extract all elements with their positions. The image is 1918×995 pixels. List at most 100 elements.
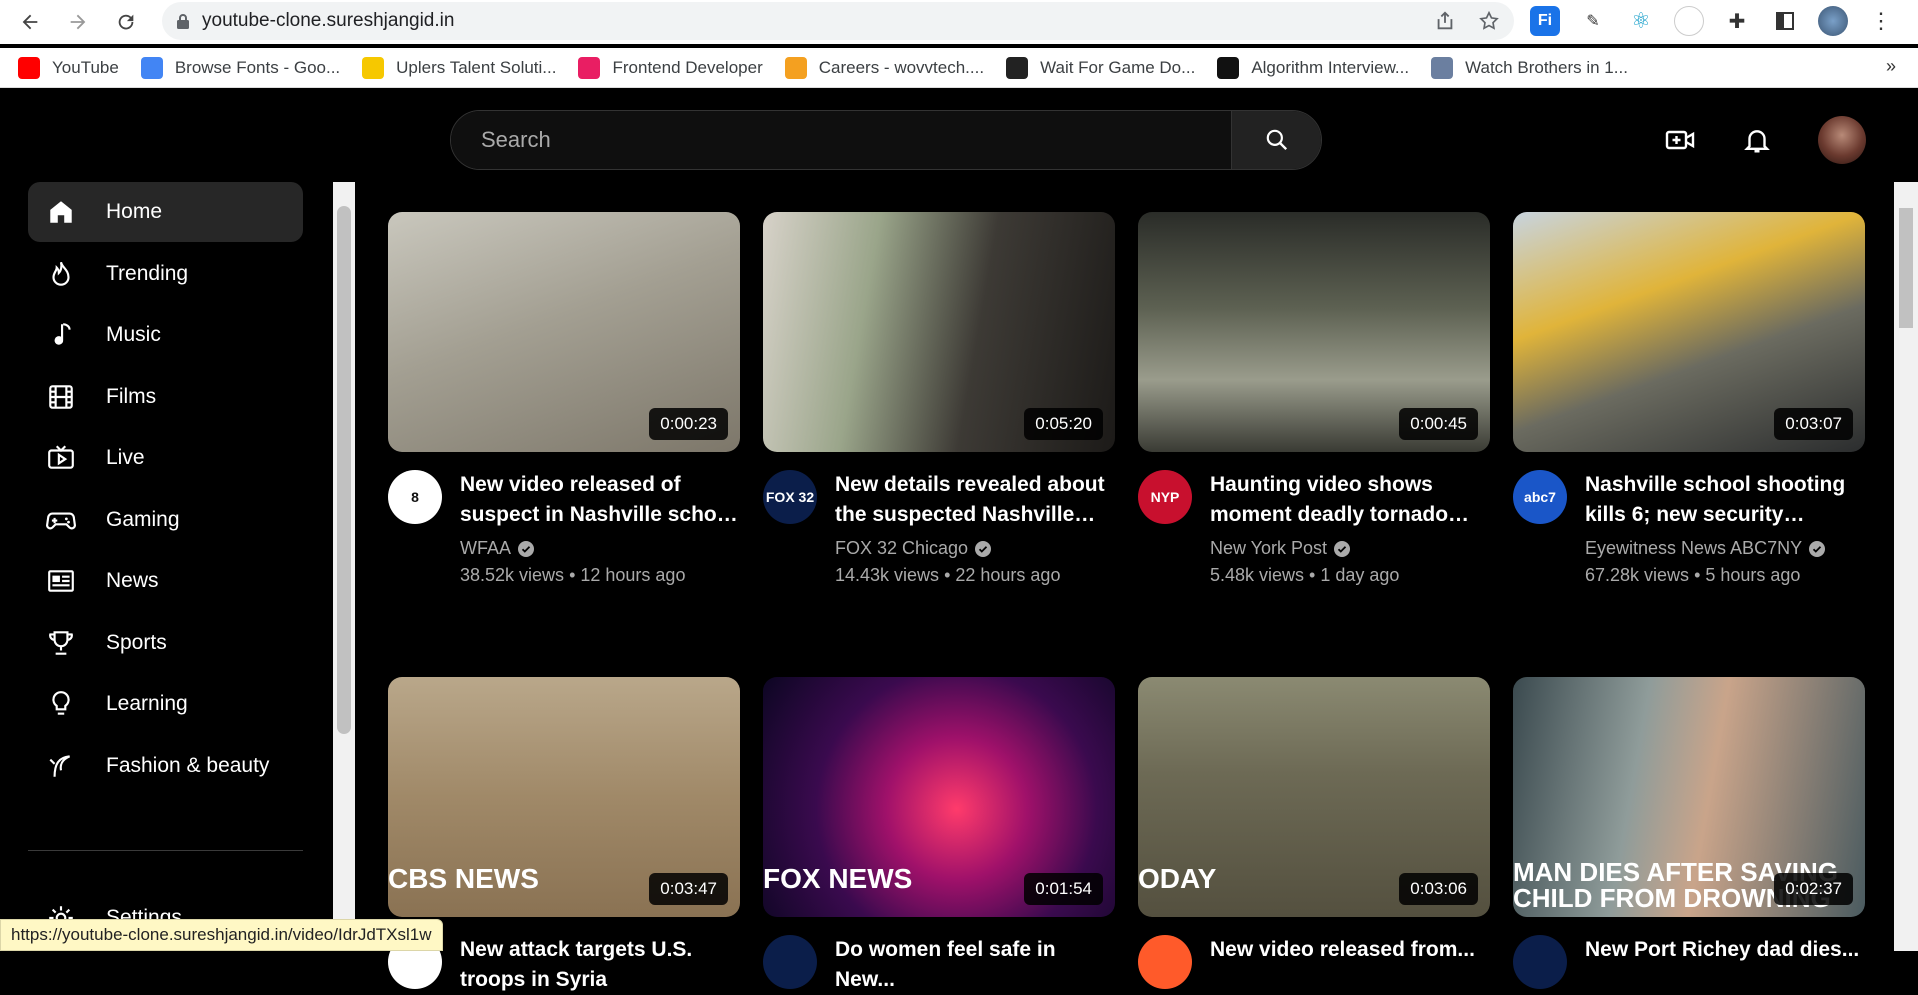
channel-avatar[interactable]: FOX 32 [763,470,817,524]
page-scrollbar-thumb[interactable] [1899,208,1913,328]
video-title[interactable]: New details revealed about the suspected… [835,470,1115,530]
side-panel-icon[interactable] [1770,6,1800,36]
channel-name[interactable]: FOX 32 Chicago [835,538,968,559]
sidebar-scrollbar[interactable] [333,182,355,951]
sidebar-scrollbar-thumb[interactable] [337,206,351,734]
sidebar-item-fashion-beauty[interactable]: Fashion & beauty [28,736,303,796]
video-thumbnail[interactable]: MAN DIES AFTER SAVING CHILD FROM DROWNIN… [1513,677,1865,917]
sidebar-item-sports[interactable]: Sports [28,613,303,673]
video-card[interactable]: MAN DIES AFTER SAVING CHILD FROM DROWNIN… [1513,677,1865,995]
video-thumbnail[interactable]: CBS NEWS 0:03:47 [388,677,740,917]
verified-check-icon [1809,540,1826,557]
video-stats: 38.52k views • 12 hours ago [460,565,740,586]
video-thumbnail[interactable]: 0:00:23 [388,212,740,452]
channel-name[interactable]: WFAA [460,538,511,559]
sidebar-divider [28,850,303,851]
bookmark-label: Algorithm Interview... [1251,57,1410,77]
sidebar-item-news[interactable]: News [28,551,303,611]
profile-avatar-icon[interactable] [1818,6,1848,36]
bookmark-star-icon[interactable] [1478,10,1500,32]
video-card[interactable]: 0:00:23 8 New video released of suspect in… [388,212,740,586]
bookmark-item[interactable]: YouTube [18,56,119,79]
bookmark-item[interactable]: Browse Fonts - Goo... [140,56,340,79]
video-stats: 67.28k views • 5 hours ago [1585,565,1865,586]
search-input[interactable] [451,111,1231,169]
video-card[interactable]: 0:03:07 abc7 Nashville school shooting kil… [1513,212,1865,586]
extension-fi-icon[interactable]: Fi [1530,6,1560,36]
video-card[interactable]: FOX NEWS 0:01:54 Do women feel safe in New… [763,677,1115,995]
video-title[interactable]: New video released of suspect in Nashvil… [460,470,740,530]
upload-age: 5 hours ago [1705,565,1801,585]
channel-avatar[interactable]: NYP [1138,470,1192,524]
video-thumbnail[interactable]: 0:05:20 [763,212,1115,452]
video-card[interactable]: 0:05:20 FOX 32 New details revealed about … [763,212,1115,586]
bookmark-item[interactable]: Wait For Game Do... [1006,56,1195,79]
channel-name[interactable]: Eyewitness News ABC7NY [1585,538,1802,559]
bookmark-item[interactable]: Uplers Talent Soluti... [362,56,556,79]
bookmark-item[interactable]: Careers - wovvtech.... [784,56,984,79]
bookmarks-overflow-icon[interactable]: » [1886,56,1896,77]
sidebar-item-label: Films [106,385,157,408]
channel-avatar[interactable] [1513,935,1567,989]
sidebar: Home Trending Music Films Live Gaming News Spor… [0,182,332,951]
sidebar-item-gaming[interactable]: Gaming [28,490,303,550]
channel-name[interactable]: New York Post [1210,538,1327,559]
notifications-bell-icon[interactable] [1742,125,1772,155]
page-scrollbar[interactable] [1894,182,1918,951]
video-thumbnail[interactable]: 0:00:45 [1138,212,1490,452]
circle-extension-icon[interactable] [1674,6,1704,36]
separator-dot: • [564,565,581,585]
channel-avatar[interactable]: 8 [388,470,442,524]
video-meta: abc7 Nashville school shooting kills 6; n… [1513,470,1865,586]
channel-avatar[interactable] [763,935,817,989]
channel-avatar[interactable]: abc7 [1513,470,1567,524]
sidebar-item-music[interactable]: Music [28,305,303,365]
video-title[interactable]: Haunting video shows moment deadly torna… [1210,470,1490,530]
video-thumbnail[interactable]: 0:03:07 [1513,212,1865,452]
sidebar-item-learning[interactable]: Learning [28,674,303,734]
bookmark-item[interactable]: Watch Brothers in 1... [1431,56,1628,79]
video-thumbnail[interactable]: ODAY 0:03:06 [1138,677,1490,917]
video-duration: 0:03:07 [1774,408,1853,440]
user-avatar[interactable] [1818,116,1866,164]
video-title[interactable]: New video released from... [1210,935,1490,995]
video-title[interactable]: New Port Richey dad dies... [1585,935,1865,995]
sidebar-item-home[interactable]: Home [28,182,303,242]
video-thumbnail[interactable]: FOX NEWS 0:01:54 [763,677,1115,917]
video-title[interactable]: Do women feel safe in New... [835,935,1115,995]
reload-button[interactable] [106,2,146,42]
back-button[interactable] [10,2,50,42]
view-count: 67.28k views [1585,565,1690,585]
verified-check-icon [518,540,535,557]
search-button[interactable] [1231,111,1321,169]
address-bar[interactable]: youtube-clone.sureshjangid.in [162,2,1514,40]
live-tv-icon [46,443,76,473]
separator-dot: • [1304,565,1321,585]
puzzle-icon[interactable]: ✚ [1722,6,1752,36]
channel-avatar[interactable] [1138,935,1192,989]
video-meta: New video released from... [1138,935,1490,995]
film-icon [46,382,76,412]
bookmark-item[interactable]: Algorithm Interview... [1217,56,1410,79]
eyedropper-icon[interactable]: ✎ [1578,6,1608,36]
share-icon[interactable] [1434,10,1456,32]
forward-button[interactable] [58,2,98,42]
sidebar-item-films[interactable]: Films [28,367,303,427]
sidebar-item-live[interactable]: Live [28,428,303,488]
video-title[interactable]: New attack targets U.S. troops in Syria [460,935,740,995]
lightbulb-icon [46,689,76,719]
video-card[interactable]: 0:00:45 NYP Haunting video shows moment de… [1138,212,1490,586]
address-url: youtube-clone.sureshjangid.in [202,10,455,31]
create-video-icon[interactable] [1664,124,1696,156]
sidebar-item-label: Live [106,446,145,469]
bookmark-favicon-icon [18,56,40,79]
video-duration: 0:02:37 [1774,873,1853,905]
gamepad-icon [46,505,76,535]
react-devtools-icon[interactable]: ⚛ [1626,6,1656,36]
bookmark-item[interactable]: Frontend Developer [578,56,763,79]
sidebar-item-trending[interactable]: Trending [28,244,303,304]
more-menu-icon[interactable]: ⋮ [1866,6,1896,36]
video-card[interactable]: ODAY 0:03:06 New video released from... [1138,677,1490,995]
video-title[interactable]: Nashville school shooting kills 6; new s… [1585,470,1865,530]
separator-dot: • [1689,565,1706,585]
